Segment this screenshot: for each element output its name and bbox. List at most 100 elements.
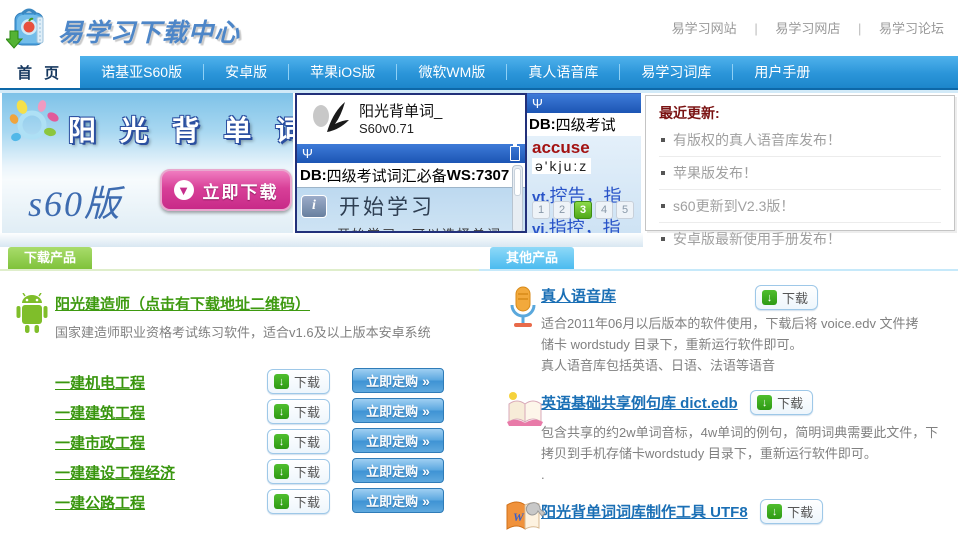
page-header: 易学习下载中心 易学习网站 | 易学习网店 | 易学习论坛 [0, 0, 958, 56]
db-info-row: DB: 四级考试 [527, 113, 641, 136]
microphone-icon [505, 285, 541, 334]
chevron-right-icon: » [422, 373, 430, 389]
nav-item-word-library[interactable]: 易学习词库 [620, 56, 732, 88]
download-arrow-icon: ↓ [274, 494, 289, 509]
download-arrow-icon: ↓ [762, 290, 777, 305]
page-dot-3-active[interactable]: 3 [574, 201, 592, 219]
download-arrow-icon: ↓ [274, 404, 289, 419]
tab-others[interactable]: 其他产品 [490, 247, 574, 269]
bullet-icon [661, 204, 665, 208]
link-separator: | [858, 21, 861, 36]
link-store[interactable]: 易学习网店 [775, 21, 840, 36]
builder-app-link[interactable]: 阳光建造师（点击有下载地址二维码） [55, 293, 310, 314]
download-button[interactable]: ↓下载 [750, 390, 813, 415]
downloads-section: 下载产品 阳光建造师（点击有下载地址二维码） 国家建造师职业资格考试练习软件，适… [0, 247, 479, 517]
link-shizheng[interactable]: 一建市政工程 [55, 432, 145, 453]
bullet-icon [661, 237, 665, 241]
nav-item-ios[interactable]: 苹果iOS版 [289, 56, 396, 88]
chevron-right-icon: » [422, 493, 430, 509]
download-button[interactable]: ↓下载 [267, 399, 330, 424]
download-button[interactable]: ↓下载 [267, 429, 330, 454]
nav-item-voice-library[interactable]: 真人语音库 [507, 56, 619, 88]
download-arrow-icon: ↓ [274, 434, 289, 449]
order-now-button[interactable]: 立即定购» [352, 488, 444, 513]
link-website[interactable]: 易学习网站 [672, 21, 737, 36]
banner-download-button[interactable]: ▼ 立即下载 [160, 169, 292, 211]
page-dot-4[interactable]: 4 [595, 201, 613, 219]
tab-downloads[interactable]: 下载产品 [8, 247, 92, 269]
recent-updates-panel: 最近更新: 有版权的真人语音库发布！ 苹果版发布！ s60更新到V2.3版！ 安… [645, 95, 955, 231]
word-headword: accuse [532, 138, 641, 158]
link-jianzhu[interactable]: 一建建筑工程 [55, 402, 145, 423]
db-info-row: DB: 四级考试词汇必备 WS:7307 [297, 163, 525, 187]
sun-flower-icon [6, 99, 62, 156]
download-button[interactable]: ↓下载 [755, 285, 818, 310]
order-now-button[interactable]: 立即定购» [352, 458, 444, 483]
voice-library-desc: 适合2011年06月以后版本的软件使用，下载后将 voice.edv 文件拷 储… [541, 313, 958, 376]
download-button[interactable]: ↓下载 [267, 459, 330, 484]
download-row-jidian: 一建机电工程 ↓下载 立即定购» [0, 367, 479, 397]
item-sentence-library: 英语基础共享例句库 dict.edb ↓下载 包含共享的约2w单词音标，4w单词… [479, 390, 958, 485]
link-gonglu[interactable]: 一建公路工程 [55, 492, 145, 513]
site-title: 易学习下载中心 [58, 13, 240, 49]
download-button[interactable]: ↓下载 [760, 499, 823, 524]
top-links: 易学习网站 | 易学习网店 | 易学习论坛 [672, 18, 944, 37]
order-now-button[interactable]: 立即定购» [352, 368, 444, 393]
update-item-voice[interactable]: 有版权的真人语音库发布！ [659, 124, 941, 157]
others-section-head: 其他产品 [479, 247, 958, 271]
dict-tool-link[interactable]: 阳光背单词词库制作工具 UTF8 [541, 501, 748, 522]
bullet-icon [661, 138, 665, 142]
nav-item-manual[interactable]: 用户手册 [733, 56, 831, 88]
builder-app-desc: 国家建造师职业资格考试练习软件，适合v1.6及以上版本安卓系统 [55, 322, 479, 341]
menu-item-selected[interactable]: i 开始学习 [301, 191, 525, 221]
download-button[interactable]: ↓下载 [267, 369, 330, 394]
chevron-right-icon: » [422, 403, 430, 419]
nav-item-android[interactable]: 安卓版 [204, 56, 288, 88]
download-row-jingji: 一建建设工程经济 ↓下载 立即定购» [0, 457, 479, 487]
update-item-s60[interactable]: s60更新到V2.3版！ [659, 190, 941, 223]
chevron-right-icon: » [422, 433, 430, 449]
screenshot-app-main: 阳光背单词_ S60v0.71 Ψ DB: 四级考试词汇必备 WS:7307 i… [295, 93, 527, 233]
banner-title: 阳 光 背 单 词 [68, 109, 293, 149]
sentence-library-desc: 包含共享的约2w单词音标，4w单词的例句，简明词典需要此文件，下 拷贝到手机存储… [541, 422, 958, 485]
app-logo-icon [307, 98, 351, 141]
download-row-gonglu: 一建公路工程 ↓下载 立即定购» [0, 487, 479, 517]
order-now-button[interactable]: 立即定购» [352, 428, 444, 453]
download-button[interactable]: ↓下载 [267, 489, 330, 514]
menu-item-subtext: 开始学习，可以选择单词… [337, 224, 525, 233]
banner-edition: s60版 [28, 175, 122, 227]
nav-item-home[interactable]: 首 页 [0, 56, 80, 88]
voice-library-link[interactable]: 真人语音库 [541, 285, 616, 306]
page-dot-1[interactable]: 1 [532, 201, 550, 219]
sentence-library-link[interactable]: 英语基础共享例句库 dict.edb [541, 392, 738, 413]
banner-bottom-strip [0, 233, 643, 247]
site-logo[interactable]: 易学习下载中心 [6, 5, 240, 56]
antenna-icon: Ψ [532, 97, 543, 110]
backpack-download-icon [6, 5, 52, 56]
promo-banner[interactable]: 阳 光 背 单 词 s60版 ▼ 立即下载 [2, 93, 293, 233]
chevron-right-icon: » [422, 463, 430, 479]
update-item-apple[interactable]: 苹果版发布！ [659, 157, 941, 190]
page-dot-2[interactable]: 2 [553, 201, 571, 219]
screenshot-word-card: Ψ DB: 四级考试 accuse ə'kju:z vt.控告，指 vi.指控，… [527, 93, 641, 234]
download-arrow-icon: ↓ [274, 374, 289, 389]
main-nav: 首 页 诺基亚S60版 安卓版 苹果iOS版 微软WM版 真人语音库 易学习词库… [0, 56, 958, 90]
download-arrow-icon: ↓ [757, 395, 772, 410]
download-row-jianzhu: 一建建筑工程 ↓下载 立即定购» [0, 397, 479, 427]
order-now-button[interactable]: 立即定购» [352, 398, 444, 423]
item-voice-library: 真人语音库 ↓下载 适合2011年06月以后版本的软件使用，下载后将 voice… [479, 285, 958, 376]
download-arrow-icon: ↓ [274, 464, 289, 479]
nav-item-wm[interactable]: 微软WM版 [397, 56, 506, 88]
book-wrench-icon: W [505, 499, 545, 538]
download-arrow-icon: ↓ [767, 504, 782, 519]
status-bar: Ψ [527, 94, 641, 113]
nav-item-nokia-s60[interactable]: 诺基亚S60版 [80, 56, 203, 88]
bullet-icon [661, 171, 665, 175]
app-menu: i 开始学习 开始学习，可以选择单词… [297, 187, 525, 233]
scrollbar[interactable] [512, 165, 523, 233]
link-forum[interactable]: 易学习论坛 [879, 21, 944, 36]
link-jingji[interactable]: 一建建设工程经济 [55, 462, 175, 483]
link-jidian[interactable]: 一建机电工程 [55, 372, 145, 393]
battery-icon [510, 146, 520, 161]
page-dot-5[interactable]: 5 [616, 201, 634, 219]
